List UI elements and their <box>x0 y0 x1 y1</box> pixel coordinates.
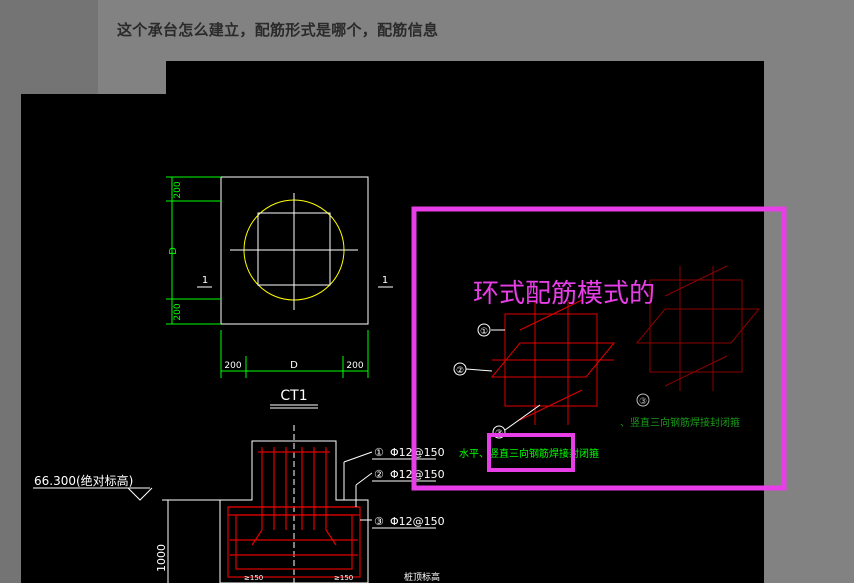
dim-d-bottom: D <box>290 360 298 371</box>
cad-background-upper <box>166 61 764 583</box>
annotation-label: 环式配筋模式的 <box>473 279 655 309</box>
rebar-mark-right: ≥150 <box>334 574 353 582</box>
rebar-3-spec: Φ12@150 <box>390 515 445 528</box>
dim-200-bottom: 200 <box>173 303 183 320</box>
drawing-title: CT1 <box>280 388 307 404</box>
rebar-2-spec: Φ12@150 <box>390 468 445 481</box>
rebar-mark-left: ≥150 <box>244 574 263 582</box>
dim-d-left: D <box>168 247 179 255</box>
dim-200-bottom-right: 200 <box>346 361 363 371</box>
detail-num-3-right: ③ <box>639 397 647 407</box>
dim-200-bottom-left: 200 <box>224 361 241 371</box>
section-mark-left: 1 <box>202 275 208 286</box>
dim-200-top: 200 <box>173 181 183 198</box>
pile-top-note: 桩顶标高 <box>404 571 440 583</box>
section-mark-right: 1 <box>382 275 388 286</box>
rebar-1-num: ① <box>374 446 384 459</box>
detail-num-2: ② <box>456 366 464 376</box>
rebar-3-num: ③ <box>374 515 384 528</box>
detail-num-1: ① <box>480 327 488 337</box>
detail-note: 水平、竖直三向钢筋焊接封闭箍 <box>459 447 599 460</box>
depth-label: 1000 <box>155 544 168 572</box>
elevation-label: 66.300(绝对标高) <box>34 473 133 488</box>
rebar-1-spec: Φ12@150 <box>390 446 445 459</box>
cad-background-left <box>21 94 166 583</box>
rebar-2-num: ② <box>374 468 384 481</box>
cad-drawing-image: 200 D 200 200 D 200 1 1 CT1 ① Φ12@150 ② … <box>21 61 787 583</box>
detail-note-right: 、竖直三向钢筋焊接封闭箍 <box>620 416 740 429</box>
